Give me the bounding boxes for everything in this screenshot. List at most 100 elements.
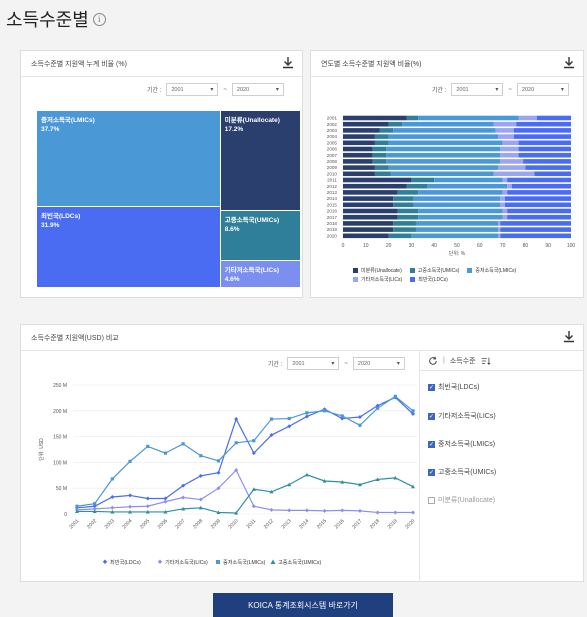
stacked-bar-segment[interactable]: [397, 190, 419, 195]
sort-icon[interactable]: [481, 356, 491, 366]
stacked-bar-segment[interactable]: [411, 177, 435, 183]
period-to-select[interactable]: 2020: [516, 83, 569, 96]
stacked-bar-segment[interactable]: [500, 227, 571, 232]
stacked-bar-segment[interactable]: [504, 202, 571, 208]
stacked-bar-segment[interactable]: [397, 208, 419, 214]
stacked-bar-segment[interactable]: [388, 233, 412, 239]
stacked-bar-segment[interactable]: [516, 121, 571, 127]
legend-label[interactable]: 최빈국(LDCs): [110, 558, 141, 566]
stacked-bar-segment[interactable]: [386, 159, 501, 164]
data-point[interactable]: [269, 417, 274, 421]
stacked-bar-segment[interactable]: [413, 196, 501, 201]
stacked-bar-segment[interactable]: [343, 140, 375, 146]
stacked-bar-segment[interactable]: [393, 196, 414, 201]
data-point[interactable]: [322, 508, 327, 513]
data-point[interactable]: [75, 504, 79, 508]
data-point[interactable]: [287, 416, 291, 421]
stacked-bar-segment[interactable]: [500, 221, 571, 226]
download-icon[interactable]: [561, 55, 577, 71]
stacked-bar-segment[interactable]: [500, 152, 519, 158]
treemap-cell[interactable]: 미분류(Unallocate) 17.2%: [220, 111, 300, 211]
stacked-bar-segment[interactable]: [372, 152, 387, 158]
series-line[interactable]: [76, 396, 414, 509]
stacked-bar-segment[interactable]: [406, 115, 419, 121]
data-point[interactable]: [181, 495, 186, 500]
data-point[interactable]: [145, 504, 150, 509]
stacked-bar-segment[interactable]: [507, 208, 571, 214]
stacked-bar-segment[interactable]: [534, 171, 571, 177]
stacked-bar-segment[interactable]: [500, 146, 519, 152]
stacked-bar-segment[interactable]: [343, 115, 407, 121]
stacked-bar-segment[interactable]: [343, 202, 394, 208]
data-point[interactable]: [269, 507, 274, 512]
data-point[interactable]: [93, 502, 97, 506]
data-point[interactable]: [305, 411, 309, 415]
stacked-bar-segment[interactable]: [504, 196, 571, 201]
filter-checkbox-umics[interactable]: ✓ 고중소득국(UMICs): [428, 467, 496, 477]
stacked-bar-segment[interactable]: [343, 208, 398, 214]
stacked-bar-segment[interactable]: [343, 165, 375, 170]
stacked-bar-segment[interactable]: [514, 128, 571, 133]
series-line[interactable]: [76, 469, 413, 514]
data-point[interactable]: [411, 409, 415, 413]
stacked-bar-segment[interactable]: [393, 227, 416, 232]
stacked-bar-segment[interactable]: [374, 165, 389, 170]
data-point[interactable]: [146, 444, 150, 449]
stacked-bar-segment[interactable]: [418, 190, 503, 195]
data-point[interactable]: [393, 394, 397, 398]
stacked-bar-segment[interactable]: [495, 128, 514, 133]
stacked-bar-segment[interactable]: [418, 115, 519, 121]
stacked-bar-segment[interactable]: [502, 208, 508, 214]
stacked-bar-segment[interactable]: [402, 121, 494, 127]
treemap-cell[interactable]: 기타저소득국(LICs) 4.6%: [220, 261, 300, 287]
period-from-select[interactable]: 2001: [287, 357, 340, 370]
data-point[interactable]: [145, 496, 150, 501]
stacked-bar-segment[interactable]: [374, 171, 391, 177]
stacked-bar-segment[interactable]: [507, 183, 512, 189]
data-point[interactable]: [163, 499, 168, 504]
checkbox-checked[interactable]: ✓: [428, 383, 435, 391]
stacked-bar-segment[interactable]: [518, 152, 571, 158]
stacked-bar-segment[interactable]: [406, 183, 428, 189]
stacked-bar-segment[interactable]: [343, 233, 389, 239]
period-to-select[interactable]: 2020: [231, 83, 284, 96]
stacked-bar-segment[interactable]: [518, 115, 537, 121]
stacked-bar-segment[interactable]: [418, 214, 503, 220]
stacked-bar-segment[interactable]: [493, 121, 517, 127]
stacked-bar-segment[interactable]: [343, 128, 380, 133]
koica-stats-button[interactable]: KOICA 통계조회시스템 바로가기: [213, 593, 393, 617]
stacked-bar-segment[interactable]: [507, 214, 571, 220]
stacked-bar-segment[interactable]: [343, 190, 398, 195]
stacked-bar-segment[interactable]: [518, 140, 571, 146]
stacked-bar-segment[interactable]: [343, 183, 407, 189]
stacked-bar-segment[interactable]: [498, 233, 501, 239]
stacked-bar-segment[interactable]: [343, 196, 394, 201]
stacked-bar-segment[interactable]: [502, 214, 508, 220]
stacked-bar-segment[interactable]: [343, 177, 412, 183]
stacked-bar-segment[interactable]: [343, 121, 389, 127]
download-icon[interactable]: [280, 55, 296, 71]
stacked-bar-segment[interactable]: [502, 140, 519, 146]
stacked-bar-segment[interactable]: [393, 128, 496, 133]
filter-checkbox-unallocate[interactable]: 미분류(Unallocate): [428, 495, 495, 505]
stacked-bar-segment[interactable]: [427, 183, 508, 189]
data-point[interactable]: [181, 442, 185, 446]
data-point[interactable]: [216, 470, 221, 475]
stacked-bar-segment[interactable]: [525, 165, 571, 170]
stacked-bar-segment[interactable]: [493, 171, 535, 177]
checkbox-checked[interactable]: ✓: [428, 468, 435, 476]
data-point[interactable]: [340, 508, 345, 513]
treemap-cell[interactable]: 중저소득국(LMICs) 37.7%: [37, 111, 220, 206]
stacked-bar-segment[interactable]: [386, 152, 501, 158]
series-line[interactable]: [76, 395, 414, 507]
stacked-bar-segment[interactable]: [413, 202, 501, 208]
stacked-bar-segment[interactable]: [372, 146, 387, 152]
stacked-bar-segment[interactable]: [343, 146, 373, 152]
stacked-bar-segment[interactable]: [343, 152, 373, 158]
legend-label[interactable]: 기타저소득국(LICs): [165, 558, 208, 566]
stacked-bar-segment[interactable]: [507, 177, 571, 183]
stacked-bar-segment[interactable]: [388, 165, 499, 170]
period-from-select[interactable]: 2001: [166, 83, 219, 96]
stacked-bar-segment[interactable]: [411, 233, 499, 239]
refresh-icon[interactable]: [428, 355, 438, 366]
